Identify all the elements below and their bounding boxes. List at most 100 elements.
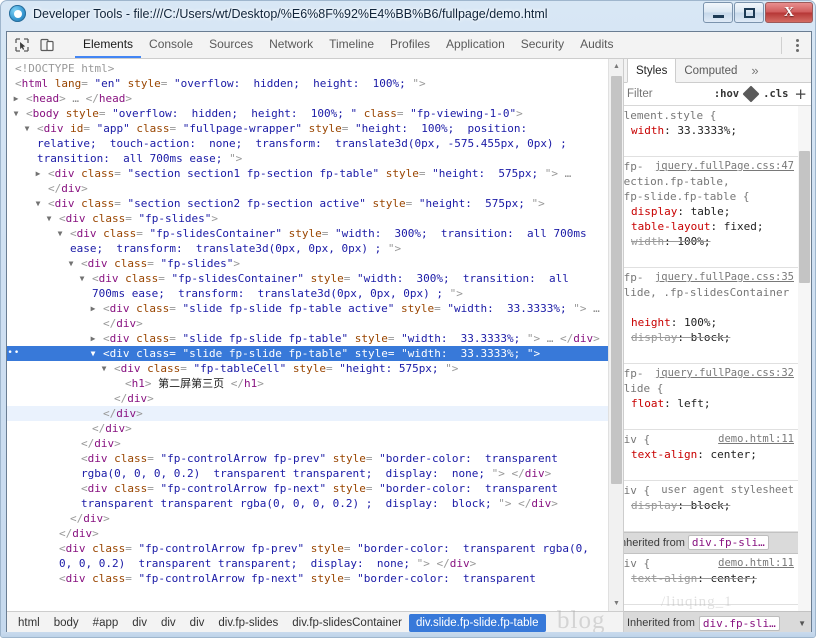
style-property-value[interactable]: : 33.3333%;: [664, 124, 737, 137]
style-rule-0[interactable]: element.style {width: 33.3333%;}: [624, 106, 798, 157]
breadcrumb-item-2[interactable]: #app: [86, 614, 126, 632]
styles-scroll-down-arrow-icon[interactable]: ▼: [798, 619, 809, 628]
style-rule-origin[interactable]: jquery.fullPage.css:35: [655, 270, 794, 285]
style-property-name[interactable]: text-align: [631, 448, 697, 461]
style-property-name[interactable]: table-layout: [631, 220, 710, 233]
twisty-open-icon[interactable]: ▼: [25, 121, 37, 136]
dom-node[interactable]: <div class= "fp-controlArrow fp-next" st…: [7, 571, 608, 586]
dom-node[interactable]: ▶ <div class= "section section1 fp-sectio…: [7, 166, 608, 196]
dom-node[interactable]: ▼ <div class= "fp-tableCell" style= "heig…: [7, 361, 608, 376]
breadcrumb-item-7[interactable]: div.fp-slidesContainer: [285, 614, 409, 632]
dom-node[interactable]: <html lang= "en" style= "overflow: hidde…: [7, 76, 608, 91]
tab-elements[interactable]: Elements: [75, 32, 142, 58]
style-property-value[interactable]: : 100%;: [671, 316, 717, 329]
styles-scrollbar-thumb[interactable]: [799, 151, 810, 283]
breadcrumb-item-1[interactable]: body: [47, 614, 86, 632]
twisty-closed-icon[interactable]: ▶: [91, 331, 103, 346]
dom-node[interactable]: ▼ <div id= "app" class= "fullpage-wrapper…: [7, 121, 608, 166]
tab-timeline[interactable]: Timeline: [321, 32, 382, 58]
dom-node[interactable]: </div>: [7, 436, 608, 451]
styles-vertical-scrollbar[interactable]: [798, 106, 811, 611]
tab-computed[interactable]: Computed: [676, 59, 745, 82]
tab-sources[interactable]: Sources: [201, 32, 261, 58]
twisty-open-icon[interactable]: ▼: [14, 106, 26, 121]
style-declaration[interactable]: width: 33.3333%;: [624, 123, 794, 138]
style-property-name[interactable]: width: [631, 124, 664, 137]
breadcrumb-item-8[interactable]: div.slide.fp-slide.fp-table: [408, 614, 546, 632]
more-tabs-icon[interactable]: »: [745, 59, 764, 82]
dom-node[interactable]: ▼ <div class= "fp-slidesContainer" style=…: [7, 271, 608, 301]
breadcrumb-item-4[interactable]: div: [154, 614, 183, 632]
twisty-open-icon[interactable]: ▼: [102, 361, 114, 376]
style-property-value[interactable]: : left;: [664, 397, 710, 410]
twisty-closed-icon[interactable]: ▶: [91, 301, 103, 316]
style-property-name[interactable]: display: [631, 331, 677, 344]
dom-scrollbar-thumb[interactable]: [611, 76, 622, 484]
tab-audits[interactable]: Audits: [572, 32, 621, 58]
kebab-menu-icon[interactable]: [790, 37, 804, 53]
twisty-open-icon[interactable]: ▼: [69, 256, 81, 271]
dom-node[interactable]: </div>: [7, 511, 608, 526]
color-picker-icon[interactable]: [742, 85, 760, 103]
cls-button[interactable]: .cls: [763, 88, 788, 100]
style-declaration[interactable]: width: 100%;: [624, 234, 794, 249]
dom-vertical-scrollbar[interactable]: ▲ ▼: [608, 59, 623, 611]
style-property-name[interactable]: float: [631, 397, 664, 410]
breadcrumb-item-5[interactable]: div: [183, 614, 212, 632]
style-declaration[interactable]: float: left;: [624, 396, 794, 411]
style-rule-selector[interactable]: div {: [624, 557, 650, 570]
twisty-closed-icon[interactable]: ▶: [14, 91, 26, 106]
dom-node[interactable]: <h1> 第二屏第三页 </h1>: [7, 376, 608, 391]
dom-node[interactable]: </div>: [7, 526, 608, 541]
inherited-from-element[interactable]: div.fp-sli…: [687, 535, 769, 550]
dom-node[interactable]: <!DOCTYPE html>: [7, 61, 608, 76]
close-button[interactable]: X: [765, 2, 813, 23]
style-rule-4[interactable]: demo.html:11div {text-align: center;}: [624, 430, 798, 481]
tab-profiles[interactable]: Profiles: [382, 32, 438, 58]
style-rule-origin[interactable]: jquery.fullPage.css:32: [655, 366, 794, 381]
minimize-button[interactable]: [703, 2, 733, 23]
style-declaration[interactable]: height: 100%;: [624, 315, 794, 330]
dom-node-selected[interactable]: ▼ <div class= "slide fp-slide fp-table" s…: [7, 346, 608, 361]
style-rule-origin[interactable]: demo.html:11: [718, 432, 794, 447]
breadcrumb-item-3[interactable]: div: [125, 614, 154, 632]
style-property-value[interactable]: : block;: [677, 499, 730, 512]
style-declaration[interactable]: display: block;: [624, 330, 794, 345]
tab-console[interactable]: Console: [141, 32, 201, 58]
style-declaration[interactable]: display: block;: [624, 498, 794, 513]
style-property-name[interactable]: display: [631, 499, 677, 512]
hov-state-button[interactable]: :hov: [714, 88, 739, 100]
style-property-value[interactable]: : block;: [677, 331, 730, 344]
twisty-open-icon[interactable]: ▼: [58, 226, 70, 241]
dom-node[interactable]: </div>: [7, 391, 608, 406]
style-rule-5[interactable]: user agent stylesheetdiv {display: block…: [624, 481, 798, 532]
inspect-element-icon[interactable]: [14, 37, 30, 53]
style-property-name[interactable]: text-align: [631, 572, 697, 585]
breadcrumb-item-6[interactable]: div.fp-slides: [211, 614, 285, 632]
toggle-device-toolbar-icon[interactable]: [39, 37, 55, 53]
dom-node[interactable]: <div class= "fp-controlArrow fp-prev" st…: [7, 541, 608, 571]
style-property-value[interactable]: : 100%;: [664, 235, 710, 248]
twisty-open-icon[interactable]: ▼: [47, 211, 59, 226]
style-rule-selector[interactable]: div {: [624, 433, 650, 446]
twisty-closed-icon[interactable]: ▶: [36, 166, 48, 181]
style-rule-selector[interactable]: element.style {: [624, 109, 716, 122]
new-style-rule-button[interactable]: +: [794, 86, 807, 102]
tab-application[interactable]: Application: [438, 32, 513, 58]
style-rule-inherited[interactable]: demo.html:11div {text-align: center;}: [624, 554, 798, 605]
style-rule-origin[interactable]: jquery.fullPage.css:47: [655, 159, 794, 174]
dom-node[interactable]: ▼ <div class= "fp-slides">: [7, 211, 608, 226]
dom-tree-scroll-area[interactable]: <!DOCTYPE html> <html lang= "en" style= "…: [7, 59, 608, 611]
tab-network[interactable]: Network: [261, 32, 321, 58]
style-declaration[interactable]: table-layout: fixed;: [624, 219, 794, 234]
style-property-name[interactable]: height: [631, 316, 671, 329]
dom-node[interactable]: ▼ <div class= "fp-slides">: [7, 256, 608, 271]
dom-node[interactable]: ▶ <div class= "slide fp-slide fp-table" s…: [7, 331, 608, 346]
twisty-open-icon[interactable]: ▼: [80, 271, 92, 286]
tab-security[interactable]: Security: [513, 32, 572, 58]
style-declaration[interactable]: text-align: center;: [624, 571, 794, 586]
dom-node[interactable]: ▼ <div class= "section section2 fp-sectio…: [7, 196, 608, 211]
style-rule-selector[interactable]: div {: [624, 484, 650, 497]
styles-filter-input[interactable]: [627, 88, 708, 100]
maximize-button[interactable]: [734, 2, 764, 23]
